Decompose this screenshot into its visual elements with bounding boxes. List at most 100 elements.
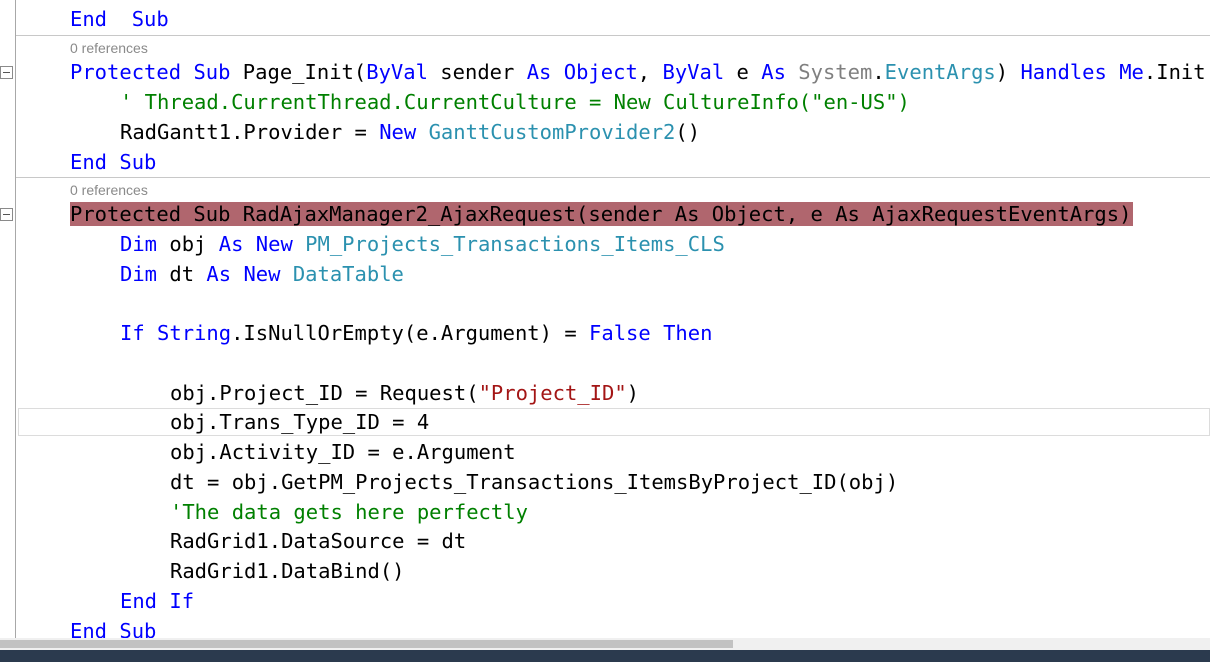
keyword-token: Sub bbox=[131, 7, 169, 31]
code-line[interactable]: 'The data gets here perfectly bbox=[170, 497, 528, 527]
code-line[interactable]: obj.Activity_ID = e.Argument bbox=[170, 437, 516, 467]
horizontal-scrollbar[interactable] bbox=[0, 638, 1210, 650]
code-line[interactable]: End If bbox=[120, 586, 194, 616]
keyword-token: New bbox=[379, 120, 417, 144]
code-editor[interactable]: 0 references 0 references End Sub Protec… bbox=[0, 0, 1210, 638]
code-line[interactable]: Dim dt As New DataTable bbox=[120, 259, 404, 289]
code-token: RadGrid1.DataSource = dt bbox=[170, 529, 467, 553]
code-line[interactable]: obj.Project_ID = Request("Project_ID") bbox=[170, 378, 639, 408]
codelens-references[interactable]: 0 references bbox=[70, 39, 148, 57]
code-line[interactable]: End Sub bbox=[70, 4, 169, 34]
keyword-token: ByVal bbox=[366, 60, 428, 84]
code-token: Page_Init( bbox=[230, 60, 367, 84]
keyword-token: As bbox=[206, 262, 232, 286]
code-line[interactable]: End Sub bbox=[70, 147, 156, 177]
code-token: dt = obj.GetPM_Projects_Transactions_Ite… bbox=[170, 470, 899, 494]
keyword-token: Dim bbox=[120, 232, 158, 256]
keyword-token: ByVal bbox=[662, 60, 725, 84]
code-token: ) bbox=[995, 60, 1021, 84]
comment-token: 'The data gets here perfectly bbox=[170, 500, 528, 524]
keyword-token: Then bbox=[663, 321, 713, 345]
keyword-token: As bbox=[218, 232, 244, 256]
codelens-references[interactable]: 0 references bbox=[70, 181, 148, 199]
type-token: DataTable bbox=[292, 262, 404, 286]
code-line[interactable]: ' Thread.CurrentThread.CurrentCulture = … bbox=[120, 87, 910, 117]
keyword-token: Dim bbox=[120, 262, 158, 286]
code-line[interactable]: Dim obj As New PM_Projects_Transactions_… bbox=[120, 229, 725, 259]
status-bar bbox=[0, 650, 1210, 662]
keyword-token: Sub bbox=[193, 60, 231, 84]
code-line[interactable]: obj.Trans_Type_ID = 4 bbox=[170, 407, 429, 437]
keyword-token: False bbox=[589, 321, 651, 345]
keyword-token: Handles bbox=[1020, 60, 1107, 84]
code-line[interactable]: Protected Sub Page_Init(ByVal sender As … bbox=[70, 57, 1206, 87]
type-token: PM_Projects_Transactions_Items_CLS bbox=[305, 232, 725, 256]
code-token: sender bbox=[427, 60, 527, 84]
code-line[interactable]: RadGrid1.DataSource = dt bbox=[170, 526, 466, 556]
keyword-token: As bbox=[761, 60, 786, 84]
code-line[interactable]: Protected Sub RadAjaxManager2_AjaxReques… bbox=[70, 199, 1134, 229]
code-line[interactable]: dt = obj.GetPM_Projects_Transactions_Ite… bbox=[170, 467, 898, 497]
code-line[interactable]: If String.IsNullOrEmpty(e.Argument) = Fa… bbox=[120, 318, 712, 348]
code-token: RadGantt1.Provider = bbox=[120, 120, 380, 144]
keyword-token: End bbox=[70, 7, 108, 31]
method-separator bbox=[16, 177, 1210, 178]
keyword-token: Sub bbox=[119, 150, 157, 174]
keyword-token: End bbox=[120, 589, 158, 613]
keyword-token: New bbox=[243, 262, 281, 286]
comment-token: ' Thread.CurrentThread.CurrentCulture = … bbox=[120, 90, 910, 114]
code-token: . bbox=[872, 60, 885, 84]
collapse-icon[interactable] bbox=[0, 66, 13, 79]
code-token: e bbox=[724, 60, 762, 84]
code-token: dt bbox=[157, 262, 207, 286]
code-token: .Init bbox=[1143, 60, 1206, 84]
keyword-token: Me bbox=[1119, 60, 1144, 84]
keyword-token: Object bbox=[563, 60, 638, 84]
type-token: GanttCustomProvider2 bbox=[428, 120, 676, 144]
collapse-icon[interactable] bbox=[0, 208, 13, 221]
namespace-token: System bbox=[798, 60, 873, 84]
keyword-token: Protected bbox=[70, 60, 182, 84]
code-token: ) bbox=[626, 381, 640, 405]
keyword-token: As bbox=[526, 60, 552, 84]
scrollbar-thumb[interactable] bbox=[0, 640, 733, 648]
keyword-token: If bbox=[169, 589, 195, 613]
code-line[interactable]: End Sub bbox=[70, 616, 156, 638]
type-token: EventArgs bbox=[884, 60, 996, 84]
code-token: obj.Trans_Type_ID = 4 bbox=[170, 410, 430, 434]
code-token: .IsNullOrEmpty(e.Argument) = bbox=[231, 321, 590, 345]
keyword-token: New bbox=[255, 232, 293, 256]
method-separator bbox=[16, 35, 1210, 36]
code-line[interactable]: RadGantt1.Provider = New GanttCustomProv… bbox=[120, 117, 700, 147]
keyword-token: If bbox=[120, 321, 145, 345]
code-token: obj.Activity_ID = e.Argument bbox=[170, 440, 516, 464]
code-token: , bbox=[637, 60, 663, 84]
string-token: "Project_ID" bbox=[478, 381, 627, 405]
code-token: obj bbox=[157, 232, 219, 256]
highlighted-code: Protected Sub RadAjaxManager2_AjaxReques… bbox=[70, 202, 1134, 226]
code-line[interactable]: RadGrid1.DataBind() bbox=[170, 556, 405, 586]
code-token: obj.Project_ID = Request( bbox=[170, 381, 479, 405]
keyword-token: End bbox=[70, 619, 108, 638]
code-token: () bbox=[675, 120, 701, 144]
keyword-token: String bbox=[157, 321, 232, 345]
code-token: RadGrid1.DataBind() bbox=[170, 559, 405, 583]
editor-margin bbox=[15, 0, 16, 638]
keyword-token: Sub bbox=[119, 619, 157, 638]
keyword-token: End bbox=[70, 150, 108, 174]
